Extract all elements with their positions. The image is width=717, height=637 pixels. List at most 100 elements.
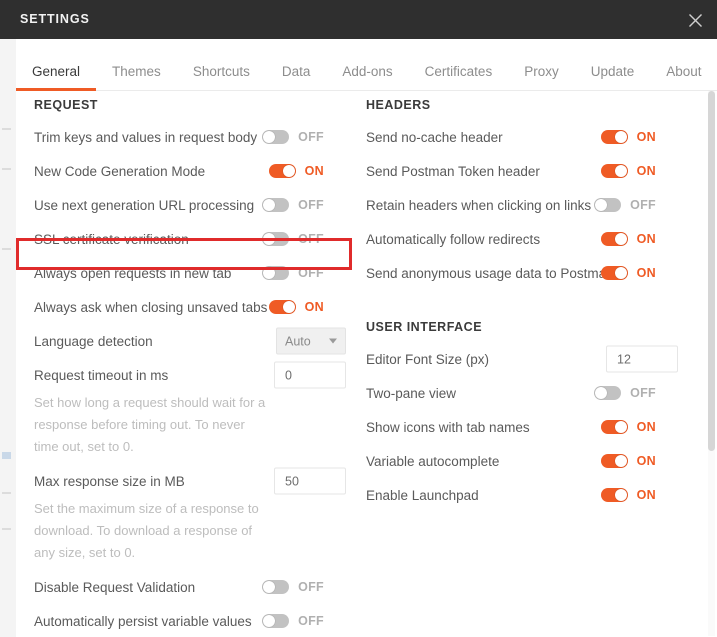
- toggle-ssl-certificate-verification[interactable]: OFF: [262, 232, 324, 246]
- toggle-send-no-cache-header[interactable]: ON: [600, 130, 656, 144]
- toggle-state-label: ON: [636, 164, 656, 178]
- toggle-state-label: ON: [636, 420, 656, 434]
- select-language-detection[interactable]: Auto: [276, 327, 346, 355]
- setting-row-send-anonymous-usage-data-to-postman: Send anonymous usage data to Postman ON: [366, 256, 702, 290]
- setting-label: Variable autocomplete: [366, 453, 500, 469]
- tab-themes[interactable]: Themes: [96, 64, 177, 90]
- setting-label: Automatically follow redirects: [366, 231, 541, 247]
- setting-label: Send Postman Token header: [366, 163, 540, 179]
- setting-row-send-no-cache-header: Send no-cache header ON: [366, 120, 702, 154]
- setting-label: Send anonymous usage data to Postman: [366, 265, 614, 281]
- toggle-state-label: OFF: [630, 198, 656, 212]
- setting-row-always-open-requests-in-new-tab: Always open requests in new tab OFF: [34, 256, 370, 290]
- toggle-switch[interactable]: [600, 454, 628, 468]
- setting-description: Set the maximum size of a response to do…: [34, 501, 259, 560]
- toggle-enable-launchpad[interactable]: ON: [600, 488, 656, 502]
- background-app-strip: [0, 0, 16, 637]
- toggle-switch[interactable]: [262, 580, 290, 594]
- toggle-send-postman-token-header[interactable]: ON: [600, 164, 656, 178]
- setting-label: Disable Request Validation: [34, 579, 196, 595]
- toggle-always-open-requests-in-new-tab[interactable]: OFF: [262, 266, 324, 280]
- tab-update[interactable]: Update: [575, 64, 651, 90]
- toggle-switch[interactable]: [262, 198, 290, 212]
- setting-label: Enable Launchpad: [366, 487, 479, 503]
- toggle-always-ask-when-closing-unsaved-tabs[interactable]: ON: [268, 300, 324, 314]
- toggle-state-label: ON: [636, 266, 656, 280]
- toggle-show-icons-with-tab-names[interactable]: ON: [600, 420, 656, 434]
- setting-description: Set how long a request should wait for a…: [34, 395, 266, 454]
- toggle-automatically-follow-redirects[interactable]: ON: [600, 232, 656, 246]
- settings-tabstrip: General Themes Shortcuts Data Add-ons Certifi…: [16, 39, 717, 91]
- toggle-state-label: OFF: [630, 386, 656, 400]
- input-editor-font-size-px[interactable]: 12: [606, 345, 678, 373]
- toggle-trim-keys-and-values-in-request-body[interactable]: OFF: [262, 130, 324, 144]
- tab-add-ons[interactable]: Add-ons: [326, 64, 408, 90]
- tab-about[interactable]: About: [650, 64, 717, 90]
- input-max-response-size-in-mb[interactable]: 50: [274, 467, 346, 495]
- setting-row-ssl-certificate-verification: SSL certificate verification OFF: [34, 222, 370, 256]
- toggle-switch[interactable]: [600, 488, 628, 502]
- toggle-send-anonymous-usage-data-to-postman[interactable]: ON: [600, 266, 656, 280]
- select-value: Auto: [285, 334, 311, 348]
- setting-row-request-timeout-in-ms: Request timeout in ms 0: [34, 358, 370, 392]
- toggle-switch[interactable]: [262, 266, 290, 280]
- setting-row-new-code-generation-mode: New Code Generation Mode ON: [34, 154, 370, 188]
- toggle-knob: [263, 233, 276, 245]
- toggle-retain-headers-when-clicking-on-links[interactable]: OFF: [594, 198, 656, 212]
- toggle-knob: [595, 387, 608, 399]
- toggle-switch[interactable]: [600, 164, 628, 178]
- setting-row-automatically-persist-variable-values: Automatically persist variable values OFF: [34, 604, 370, 637]
- tab-shortcuts[interactable]: Shortcuts: [177, 64, 266, 90]
- setting-label: New Code Generation Mode: [34, 163, 206, 179]
- toggle-state-label: ON: [304, 300, 324, 314]
- toggle-state-label: ON: [636, 232, 656, 246]
- toggle-switch[interactable]: [262, 130, 290, 144]
- tab-general[interactable]: General: [16, 64, 97, 91]
- toggle-knob: [263, 581, 276, 593]
- toggle-automatically-persist-variable-values[interactable]: OFF: [262, 614, 324, 628]
- toggle-state-label: OFF: [298, 130, 324, 144]
- toggle-switch[interactable]: [594, 386, 622, 400]
- setting-row-show-icons-with-tab-names: Show icons with tab names ON: [366, 410, 702, 444]
- toggle-knob: [263, 199, 276, 211]
- toggle-switch[interactable]: [600, 420, 628, 434]
- toggle-switch[interactable]: [600, 130, 628, 144]
- toggle-state-label: OFF: [298, 266, 324, 280]
- toggle-knob: [614, 131, 627, 143]
- setting-row-enable-launchpad: Enable Launchpad ON: [366, 478, 702, 512]
- setting-label: Max response size in MB: [34, 473, 185, 489]
- input-value: 50: [285, 474, 299, 488]
- setting-row-automatically-follow-redirects: Automatically follow redirects ON: [366, 222, 702, 256]
- toggle-switch[interactable]: [600, 266, 628, 280]
- toggle-switch[interactable]: [594, 198, 622, 212]
- toggle-switch[interactable]: [262, 232, 290, 246]
- scrollbar-thumb[interactable]: [708, 91, 715, 451]
- input-value: 12: [617, 352, 631, 366]
- toggle-switch[interactable]: [262, 614, 290, 628]
- input-request-timeout-in-ms[interactable]: 0: [274, 361, 346, 389]
- setting-row-variable-autocomplete: Variable autocomplete ON: [366, 444, 702, 478]
- toggle-switch[interactable]: [268, 300, 296, 314]
- toggle-two-pane-view[interactable]: OFF: [594, 386, 656, 400]
- toggle-use-next-generation-url-processing[interactable]: OFF: [262, 198, 324, 212]
- setting-label: Show icons with tab names: [366, 419, 530, 435]
- section-title-request: REQUEST: [34, 98, 98, 112]
- tab-certificates[interactable]: Certificates: [409, 64, 509, 90]
- toggle-knob: [282, 165, 295, 177]
- toggle-state-label: ON: [636, 454, 656, 468]
- settings-content: REQUEST Trim keys and values in request b…: [16, 90, 717, 637]
- toggle-new-code-generation-mode[interactable]: ON: [268, 164, 324, 178]
- setting-row-always-ask-when-closing-unsaved-tabs: Always ask when closing unsaved tabs ON: [34, 290, 370, 324]
- close-icon[interactable]: [681, 6, 709, 34]
- tab-data[interactable]: Data: [266, 64, 327, 90]
- toggle-switch[interactable]: [268, 164, 296, 178]
- toggle-disable-request-validation[interactable]: OFF: [262, 580, 324, 594]
- input-value: 0: [285, 368, 292, 382]
- setting-label: Always open requests in new tab: [34, 265, 232, 281]
- toggle-switch[interactable]: [600, 232, 628, 246]
- toggle-state-label: OFF: [298, 614, 324, 628]
- setting-row-send-postman-token-header: Send Postman Token header ON: [366, 154, 702, 188]
- tab-proxy[interactable]: Proxy: [508, 64, 575, 90]
- setting-row-trim-keys-and-values-in-request-body: Trim keys and values in request body OFF: [34, 120, 370, 154]
- toggle-variable-autocomplete[interactable]: ON: [600, 454, 656, 468]
